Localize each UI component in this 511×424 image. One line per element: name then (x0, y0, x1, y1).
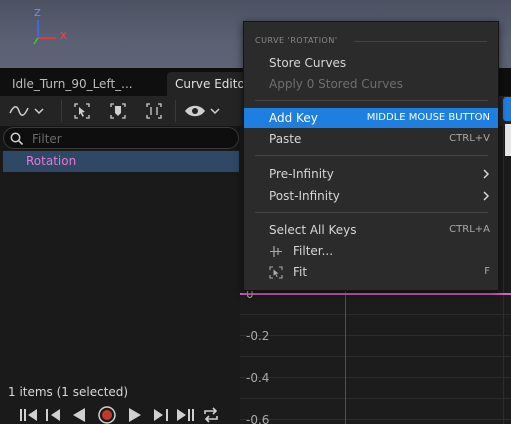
eye-icon (185, 105, 220, 117)
menu-item-post-infinity[interactable]: Post-Infinity (244, 186, 498, 206)
search-input[interactable] (30, 129, 234, 149)
grid-line (240, 377, 511, 378)
rotation-curve[interactable] (240, 293, 511, 295)
grid-line (240, 335, 511, 336)
menu-item-select-all-keys[interactable]: Select All Keys CTRL+A (244, 220, 498, 240)
menu-item-shortcut: MIDDLE MOUSE BUTTON (366, 112, 490, 123)
curve-type-icon (9, 106, 44, 116)
menu-item-filter[interactable]: Filter... (244, 241, 498, 261)
grid-line (240, 356, 511, 357)
play-button[interactable] (124, 406, 146, 424)
chevron-right-icon (483, 191, 490, 201)
go-end-icon (177, 409, 194, 421)
curve-context-menu: CURVE 'ROTATION' Store Curves Apply 0 St… (243, 21, 499, 291)
filter-icon (270, 246, 282, 257)
view-options-dropdown[interactable] (182, 99, 224, 123)
menu-title-divider (354, 41, 487, 42)
curve-filter-search (3, 127, 239, 149)
tab-curve-editor[interactable]: Curve Editor (167, 72, 247, 96)
step-back-button[interactable] (42, 406, 64, 424)
grid-line (240, 419, 511, 420)
go-to-end-button[interactable] (174, 406, 198, 424)
menu-section-title: CURVE 'ROTATION' (255, 36, 338, 45)
record-icon (98, 406, 116, 424)
frame-icon (146, 103, 162, 119)
menu-divider (255, 155, 488, 156)
menu-item-pre-infinity[interactable]: Pre-Infinity (244, 164, 498, 184)
menu-item-label: Add Key (269, 111, 318, 125)
menu-item-shortcut: F (484, 266, 490, 277)
menu-divider (255, 212, 488, 213)
key-mode-button[interactable] (106, 99, 130, 123)
menu-item-label: Paste (269, 132, 302, 146)
menu-divider (255, 100, 488, 101)
toolbar-separator (175, 100, 176, 122)
menu-item-shortcut: CTRL+A (449, 224, 490, 235)
menu-item-label: Fit (293, 265, 308, 279)
axis-gizmo: Z X (26, 6, 76, 50)
menu-item-paste[interactable]: Paste CTRL+V (244, 129, 498, 149)
play-reverse-button[interactable] (68, 406, 90, 424)
select-tool-button[interactable] (70, 99, 94, 123)
fit-icon (269, 266, 283, 279)
menu-item-shortcut: CTRL+V (449, 133, 490, 144)
menu-item-store-curves[interactable]: Store Curves (244, 53, 498, 73)
play-reverse-icon (73, 408, 85, 422)
right-toolbar-button[interactable] (503, 97, 511, 121)
time-zero-axis (345, 291, 346, 424)
selection-count: 1 items (1 selected) (8, 385, 129, 399)
x-axis-label: X (60, 31, 67, 42)
y-axis-label: -0.4 (246, 371, 270, 385)
menu-item-fit[interactable]: Fit F (244, 262, 498, 282)
loop-icon (204, 407, 218, 423)
record-button[interactable] (95, 406, 119, 424)
curve-list-item[interactable]: Rotation (3, 151, 239, 172)
curve-list-panel (0, 150, 240, 382)
step-forward-icon (154, 409, 168, 421)
right-input-box[interactable] (505, 124, 511, 156)
frame-button[interactable] (142, 99, 166, 123)
play-icon (129, 408, 141, 422)
tab-animation[interactable]: Idle_Turn_90_Left_... (4, 72, 162, 96)
key-mode-icon (110, 103, 126, 119)
curve-type-dropdown[interactable] (6, 99, 48, 123)
step-back-icon (46, 409, 60, 421)
y-axis-label: -0.6 (246, 413, 270, 424)
chevron-right-icon (483, 169, 490, 179)
menu-item-label: Filter... (293, 244, 334, 258)
menu-item-apply-stored-curves[interactable]: Apply 0 Stored Curves (244, 74, 498, 94)
go-start-icon (20, 409, 37, 421)
toolbar-separator (61, 100, 62, 122)
menu-item-label: Store Curves (269, 56, 347, 70)
curve-list-item-label: Rotation (26, 154, 77, 168)
menu-item-add-key[interactable]: Add Key MIDDLE MOUSE BUTTON (244, 108, 498, 128)
select-icon (74, 103, 90, 119)
menu-item-label: Apply 0 Stored Curves (269, 77, 403, 91)
search-icon (10, 132, 24, 146)
grid-line (240, 398, 511, 399)
grid-line (240, 314, 511, 315)
loop-button[interactable] (200, 406, 222, 424)
step-forward-button[interactable] (150, 406, 172, 424)
grid-line (503, 126, 504, 424)
menu-item-label: Pre-Infinity (269, 167, 334, 181)
z-axis-label: Z (34, 8, 41, 19)
y-axis-label: -0.2 (246, 329, 270, 343)
menu-item-label: Post-Infinity (269, 189, 340, 203)
go-to-start-button[interactable] (16, 406, 40, 424)
menu-item-label: Select All Keys (269, 223, 357, 237)
